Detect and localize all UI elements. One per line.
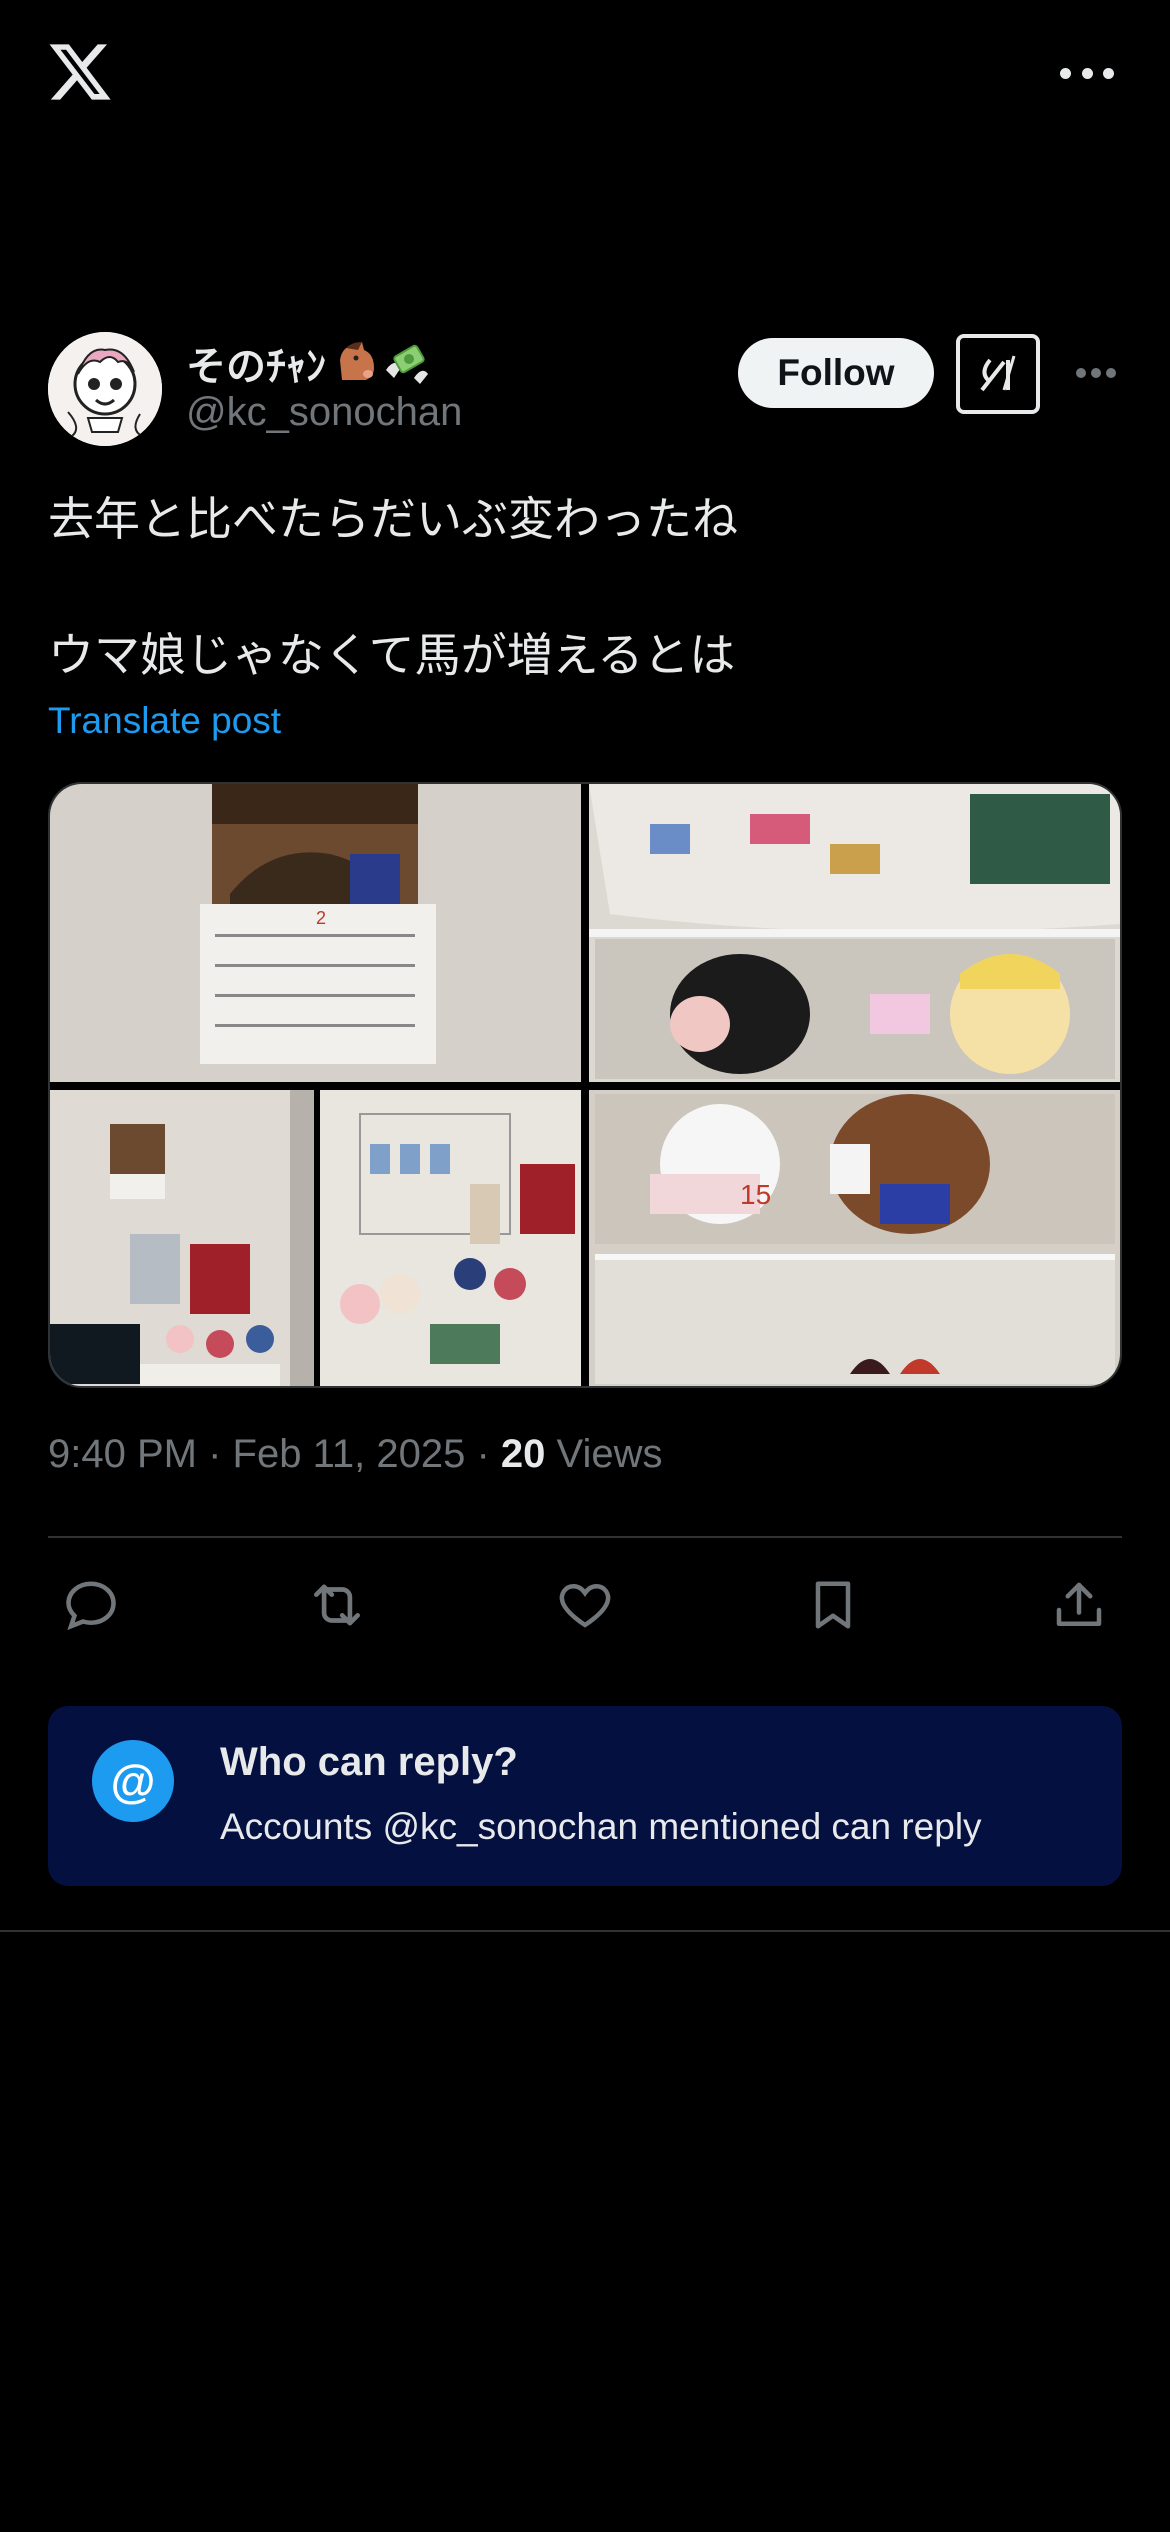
post-author: そのﾁｬﾝ @kc_sonochan Follow: [48, 332, 1122, 452]
translate-post-link[interactable]: Translate post: [48, 700, 281, 742]
user-handle[interactable]: @kc_sonochan: [186, 390, 462, 435]
heart-icon[interactable]: [550, 1570, 620, 1640]
post-time[interactable]: 9:40 PM: [48, 1432, 197, 1476]
avatar[interactable]: [48, 332, 162, 446]
reply-restriction-notice: @ Who can reply? Accounts @kc_sonochan m…: [48, 1706, 1122, 1886]
at-icon: @: [92, 1740, 174, 1822]
repost-icon[interactable]: [302, 1570, 372, 1640]
divider: [0, 1930, 1170, 1932]
media-photo-wall[interactable]: [50, 1090, 314, 1386]
media-photo-shelf[interactable]: [589, 784, 1120, 1082]
post-media-grid[interactable]: 2 15: [48, 782, 1122, 1388]
x-logo-icon[interactable]: [46, 38, 114, 106]
reply-icon[interactable]: [56, 1570, 126, 1640]
more-horizontal-icon[interactable]: [1076, 368, 1116, 380]
post-text: 去年と比べたらだいぶ変わったね ウマ娘じゃなくて馬が増えるとは: [48, 493, 738, 681]
post-metadata: 9:40 PM · Feb 11, 2025 · 20 Views: [48, 1432, 663, 1477]
top-bar: [0, 0, 1170, 150]
display-name-text: そのﾁｬﾝ: [186, 345, 326, 389]
post-date[interactable]: Feb 11, 2025: [233, 1432, 466, 1476]
grok-icon[interactable]: [956, 334, 1040, 414]
views-count: 20: [500, 1432, 546, 1476]
more-horizontal-icon[interactable]: [1060, 60, 1114, 86]
bookmark-icon[interactable]: [798, 1570, 868, 1640]
follow-button[interactable]: Follow: [738, 338, 934, 408]
separator: ·: [476, 1432, 490, 1476]
media-photo-display[interactable]: [320, 1090, 581, 1386]
reply-restriction-subtitle: Accounts @kc_sonochan mentioned can repl…: [220, 1806, 982, 1847]
action-bar: [48, 1570, 1122, 1640]
divider: [48, 1536, 1122, 1538]
display-name[interactable]: そのﾁｬﾝ: [186, 334, 430, 392]
reply-restriction-title: Who can reply?: [220, 1740, 518, 1784]
views-label: Views: [556, 1432, 663, 1476]
media-photo-plush[interactable]: 15: [589, 1090, 1120, 1386]
svg-text:15: 15: [740, 1179, 771, 1210]
share-icon[interactable]: [1044, 1570, 1114, 1640]
svg-text:2: 2: [316, 908, 326, 928]
horse-face-emoji: [332, 340, 378, 386]
separator: ·: [208, 1432, 222, 1476]
media-photo-calendar[interactable]: 2: [50, 784, 581, 1082]
money-with-wings-emoji: [384, 340, 430, 386]
